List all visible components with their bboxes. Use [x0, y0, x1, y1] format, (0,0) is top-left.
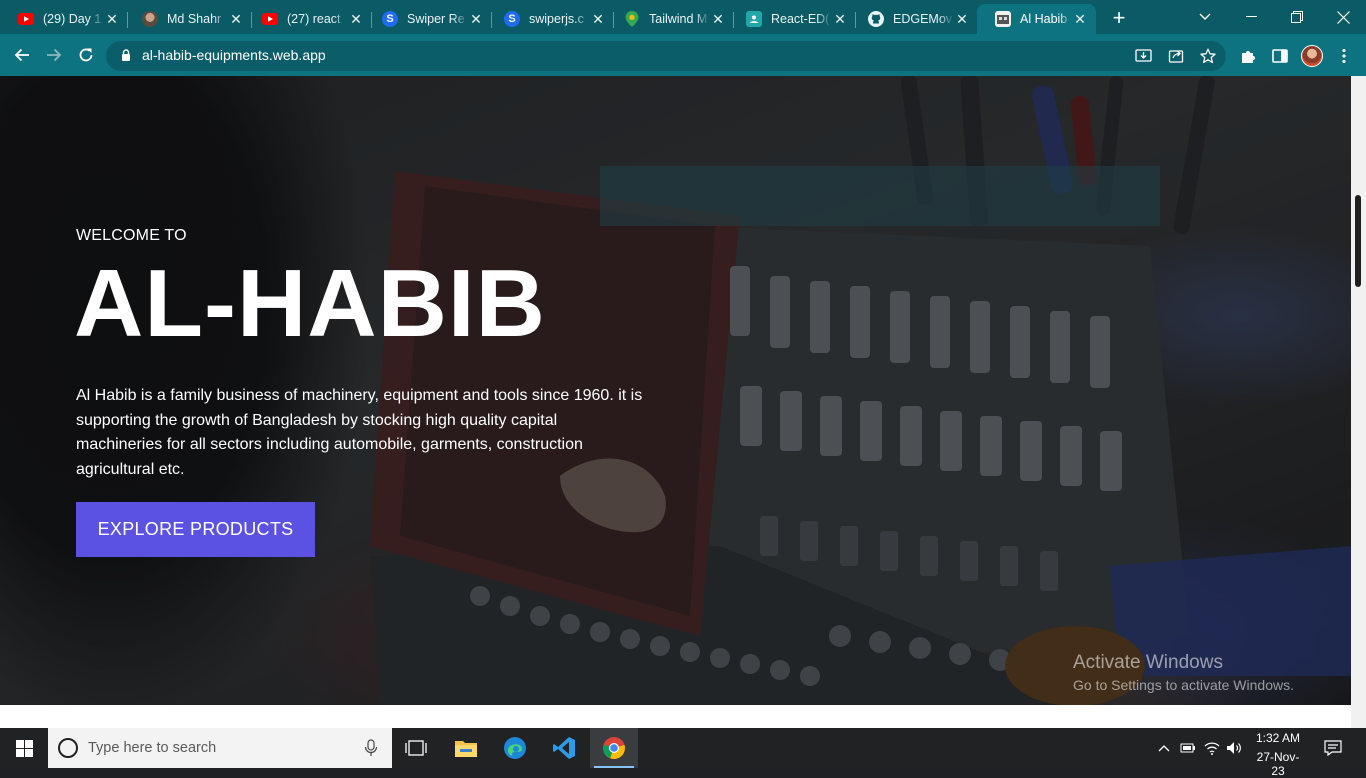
close-tab-icon[interactable]: ✕: [1072, 11, 1088, 27]
folder-icon: [455, 741, 477, 757]
minimize-button[interactable]: [1228, 0, 1274, 34]
tab-title: (29) Day 1: [43, 12, 102, 26]
forward-arrow-icon: [47, 48, 62, 62]
taskbar-app-chrome[interactable]: [590, 728, 638, 768]
tab-title: Md Shahr: [167, 12, 222, 26]
close-icon: [1336, 10, 1350, 24]
wifi-icon[interactable]: [1203, 738, 1221, 758]
page-scrollbar[interactable]: [1351, 76, 1366, 728]
swiper-icon: S: [382, 11, 398, 27]
notification-center-icon[interactable]: [1324, 738, 1342, 758]
profile-photo-icon: [142, 11, 158, 27]
browser-tab-active[interactable]: Al Habib ✕: [977, 4, 1096, 34]
browser-tab[interactable]: Tailwind M ✕: [606, 4, 734, 34]
taskbar-clock-time[interactable]: 1:32 AM: [1252, 731, 1304, 745]
close-tab-icon[interactable]: ✕: [468, 11, 484, 27]
forward-button[interactable]: [40, 41, 68, 69]
battery-icon[interactable]: [1179, 738, 1197, 758]
tab-title: swiperjs.c: [529, 12, 584, 26]
chevron-down-icon: [1199, 13, 1211, 20]
close-tab-icon[interactable]: ✕: [954, 11, 970, 27]
github-icon: [868, 11, 884, 27]
hero-kicker: WELCOME TO: [76, 227, 187, 244]
edge-icon: [504, 737, 526, 759]
browser-tab[interactable]: Md Shahr ✕: [124, 4, 252, 34]
lock-icon[interactable]: [121, 49, 131, 61]
search-icon: [58, 738, 78, 758]
reload-button[interactable]: [72, 41, 100, 69]
browser-tab[interactable]: S Swiper Re ✕: [364, 4, 492, 34]
activate-windows-title: Activate Windows: [1073, 652, 1223, 673]
reload-icon: [79, 48, 93, 62]
vscode-icon: [553, 737, 575, 759]
taskbar-clock-date[interactable]: 27-Nov-23: [1250, 750, 1306, 778]
browser-tab[interactable]: S swiperjs.c ✕: [486, 4, 614, 34]
close-tab-icon[interactable]: ✕: [348, 11, 364, 27]
share-icon[interactable]: [1166, 46, 1186, 66]
taskbar-app-edge[interactable]: [491, 728, 539, 768]
swiper-icon: S: [504, 11, 520, 27]
maps-pin-icon: [624, 11, 640, 27]
extensions-puzzle-icon[interactable]: [1237, 45, 1259, 67]
close-tab-icon[interactable]: ✕: [590, 11, 606, 27]
close-tab-icon[interactable]: ✕: [710, 11, 726, 27]
back-button[interactable]: [8, 41, 36, 69]
back-arrow-icon: [14, 48, 29, 62]
tab-title: (27) react: [287, 12, 341, 26]
install-app-icon[interactable]: [1133, 46, 1153, 66]
activate-windows-subtitle: Go to Settings to activate Windows.: [1073, 677, 1294, 693]
restore-button[interactable]: [1274, 0, 1320, 34]
classroom-icon: [746, 11, 762, 27]
tray-overflow-chevron-up-icon[interactable]: [1155, 738, 1173, 758]
tab-title: EDGEMov: [893, 12, 953, 26]
side-panel-icon[interactable]: [1269, 45, 1291, 67]
tab-title: Al Habib: [1020, 12, 1068, 26]
hero-section: WELCOME TO AL-HABIB Al Habib is a family…: [0, 76, 1351, 705]
explore-products-button[interactable]: EXPLORE PRODUCTS: [76, 502, 315, 557]
taskbar-search-placeholder[interactable]: Type here to search: [88, 740, 216, 756]
hero-description: Al Habib is a family business of machine…: [76, 387, 643, 479]
close-window-button[interactable]: [1320, 0, 1366, 34]
volume-icon[interactable]: [1225, 738, 1243, 758]
page-viewport: WELCOME TO AL-HABIB Al Habib is a family…: [0, 76, 1351, 728]
tab-title: Swiper Re: [407, 12, 465, 26]
task-view-icon: [405, 740, 427, 756]
tab-title: React-ED(: [771, 12, 830, 26]
close-tab-icon[interactable]: ✕: [104, 11, 120, 27]
browser-tab[interactable]: EDGEMov ✕: [850, 4, 978, 34]
restore-icon: [1291, 11, 1303, 23]
close-tab-icon[interactable]: ✕: [228, 11, 244, 27]
tab-title: Tailwind M: [649, 12, 708, 26]
url-text[interactable]: al-habib-equipments.web.app: [142, 47, 326, 63]
browser-tab[interactable]: (27) react ✕: [244, 4, 372, 34]
close-tab-icon[interactable]: ✕: [832, 11, 848, 27]
tab-search-button[interactable]: [1182, 0, 1228, 34]
scrollbar-thumb[interactable]: [1355, 195, 1361, 287]
browser-tab[interactable]: (29) Day 1 ✕: [0, 4, 128, 34]
youtube-icon: [262, 11, 278, 27]
more-menu-icon[interactable]: [1333, 45, 1355, 67]
chrome-icon: [602, 737, 625, 760]
bookmark-star-icon[interactable]: [1198, 46, 1218, 66]
start-button[interactable]: [0, 728, 48, 768]
new-tab-button[interactable]: +: [1106, 5, 1132, 31]
hero-title: AL-HABIB: [74, 250, 546, 357]
profile-avatar[interactable]: [1301, 45, 1323, 67]
task-view-button[interactable]: [392, 728, 440, 768]
taskbar-app-file-explorer[interactable]: [442, 728, 490, 768]
microphone-icon[interactable]: [363, 739, 379, 757]
taskbar-app-vscode[interactable]: [540, 728, 588, 768]
minimize-icon: [1245, 16, 1257, 17]
windows-logo-icon: [15, 739, 33, 757]
youtube-icon: [18, 11, 34, 27]
browser-tab[interactable]: React-ED( ✕: [728, 4, 856, 34]
site-icon: [995, 11, 1011, 27]
